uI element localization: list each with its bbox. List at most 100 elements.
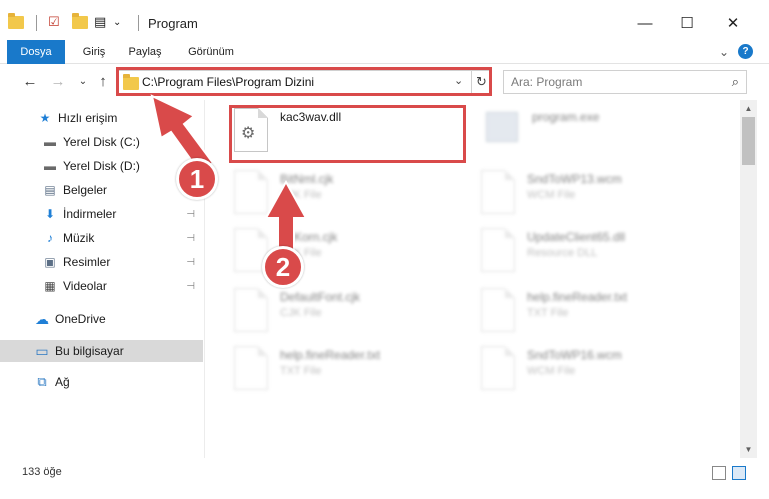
drive-icon: ▬: [44, 159, 56, 173]
search-box[interactable]: Ara: Program ⌕: [503, 70, 747, 94]
navigation-pane: ★ Hızlı erişim ▬ Yerel Disk (C:) ⊣ ▬ Yer…: [0, 100, 205, 458]
step-2-badge: 2: [262, 246, 304, 288]
file-type: Resource DLL: [527, 247, 598, 259]
file-name: help.fineReader.txt: [527, 290, 628, 304]
file-item[interactable]: help.fineReader.txt TXT File: [481, 288, 715, 344]
sidebar-item-label: Belgeler: [63, 183, 108, 197]
file-item[interactable]: DefaultFont.cjk CJK File: [234, 288, 468, 344]
tab-view[interactable]: Görünüm: [180, 40, 242, 64]
sidebar-item-label: İndirmeler: [63, 207, 117, 221]
up-button[interactable]: ↑: [95, 73, 111, 91]
ribbon-tabs: Dosya Giriş Paylaş Görünüm ⌄ ?: [0, 40, 769, 64]
file-name: DefaultFont.cjk: [280, 290, 361, 304]
sidebar-item-downloads[interactable]: ⬇ İndirmeler ⊣: [0, 203, 203, 225]
customize-view-icon[interactable]: ▤: [94, 12, 106, 32]
sidebar-item-quick-access[interactable]: ★ Hızlı erişim: [0, 107, 203, 129]
file-type: WCM File: [527, 189, 576, 201]
new-folder-button[interactable]: [72, 12, 88, 32]
document-icon: ▤: [44, 183, 56, 197]
sidebar-item-pictures[interactable]: ▣ Resimler ⊣: [0, 251, 203, 273]
details-view-icon[interactable]: [712, 466, 726, 480]
drive-icon: ▬: [44, 135, 56, 149]
item-count: 133 öğe: [22, 466, 62, 478]
video-icon: ▦: [44, 279, 56, 293]
sidebar-item-videos[interactable]: ▦ Videolar ⊣: [0, 275, 203, 297]
divider: [138, 15, 139, 31]
file-type: CJK File: [280, 189, 322, 201]
file-item[interactable]: UpdateClient65.dll Resource DLL: [481, 228, 715, 284]
file-name: UpdateClient65.dll: [527, 230, 626, 244]
file-icon: [234, 170, 268, 214]
sidebar-item-label: Yerel Disk (D:): [63, 159, 140, 173]
file-type: WCM File: [527, 365, 576, 377]
sidebar-item-label: Hızlı erişim: [58, 111, 118, 125]
file-item[interactable]: help.fineReader.txt TXT File: [234, 346, 468, 402]
pictures-icon: ▣: [44, 255, 56, 269]
sidebar-item-label: OneDrive: [55, 312, 106, 326]
file-name: help.fineReader.txt: [280, 348, 381, 362]
vertical-scrollbar[interactable]: ▲ ▼: [740, 100, 757, 458]
pin-icon: ⊣: [186, 232, 195, 244]
file-icon: [234, 346, 268, 390]
music-icon: ♪: [47, 231, 53, 245]
file-item[interactable]: BitNml.cjk CJK File: [234, 170, 468, 226]
maximize-button[interactable]: ☐: [664, 8, 710, 38]
file-item[interactable]: SndToWP16.wcm WCM File: [481, 346, 715, 402]
close-button[interactable]: ✕: [710, 8, 756, 38]
sidebar-item-label: Resimler: [63, 255, 111, 269]
properties-icon[interactable]: ☑: [48, 12, 60, 32]
tab-share[interactable]: Paylaş: [122, 40, 168, 64]
customize-toolbar-chevron-icon[interactable]: ⌄: [113, 12, 121, 32]
file-type: CJK File: [280, 307, 322, 319]
search-input[interactable]: Ara: Program: [511, 75, 582, 89]
address-highlight-box: [116, 67, 492, 96]
sidebar-item-local-disk-d[interactable]: ▬ Yerel Disk (D:) ⊣: [0, 155, 203, 177]
step-1-badge: 1: [176, 158, 218, 200]
minimize-button[interactable]: —: [622, 8, 668, 38]
tab-home[interactable]: Giriş: [74, 40, 114, 64]
ribbon-expand-icon[interactable]: ⌄: [716, 44, 732, 60]
file-item[interactable]: SndToWP13.wcm WCM File: [481, 170, 715, 226]
scroll-down-icon[interactable]: ▼: [740, 441, 757, 458]
pin-icon: ⊣: [186, 208, 195, 220]
window-title: Program: [148, 16, 198, 31]
large-icons-view-icon[interactable]: [732, 466, 746, 480]
file-name: program.exe: [532, 110, 600, 124]
exe-icon: [486, 112, 518, 142]
scroll-thumb[interactable]: [742, 117, 755, 165]
sidebar-item-label: Videolar: [63, 279, 107, 293]
search-icon[interactable]: ⌕: [732, 74, 739, 90]
folder-icon: [8, 12, 24, 29]
help-icon[interactable]: ?: [738, 44, 753, 59]
sidebar-item-label: Yerel Disk (C:): [63, 135, 140, 149]
file-icon: [481, 346, 515, 390]
pin-icon: ⊣: [186, 136, 195, 148]
computer-icon: ▭: [35, 342, 49, 359]
file-name: BitKorn.cjk: [280, 230, 338, 244]
sidebar-item-this-pc[interactable]: ▭ Bu bilgisayar: [0, 340, 203, 362]
tab-file[interactable]: Dosya: [7, 40, 65, 64]
pin-icon: ⊣: [186, 256, 195, 268]
file-type: TXT File: [280, 365, 322, 377]
title-bar: ☑ ▤ ⌄ Program — ☐ ✕: [0, 0, 769, 40]
sidebar-item-onedrive[interactable]: ☁ OneDrive: [0, 308, 203, 330]
back-button[interactable]: ←: [22, 73, 38, 91]
sidebar-item-label: Ağ: [55, 375, 70, 389]
file-item[interactable]: program.exe: [486, 108, 720, 164]
new-folder-icon: [72, 12, 88, 29]
file-type: TXT File: [527, 307, 569, 319]
sidebar-item-music[interactable]: ♪ Müzik ⊣: [0, 227, 203, 249]
sidebar-item-network[interactable]: ⧉ Ağ: [0, 371, 203, 393]
sidebar-item-label: Müzik: [63, 231, 95, 245]
network-icon: ⧉: [37, 374, 47, 389]
file-icon: [481, 288, 515, 332]
status-bar: 133 öğe: [0, 458, 769, 499]
file-highlight-box: [229, 105, 466, 163]
recent-locations-chevron-icon[interactable]: ⌄: [75, 73, 91, 91]
sidebar-item-documents[interactable]: ▤ Belgeler ⊣: [0, 179, 203, 201]
forward-button[interactable]: →: [50, 73, 66, 91]
scroll-up-icon[interactable]: ▲: [740, 100, 757, 117]
file-name: SndToWP16.wcm: [527, 348, 622, 362]
sidebar-item-local-disk-c[interactable]: ▬ Yerel Disk (C:) ⊣: [0, 131, 203, 153]
divider: [36, 15, 37, 31]
